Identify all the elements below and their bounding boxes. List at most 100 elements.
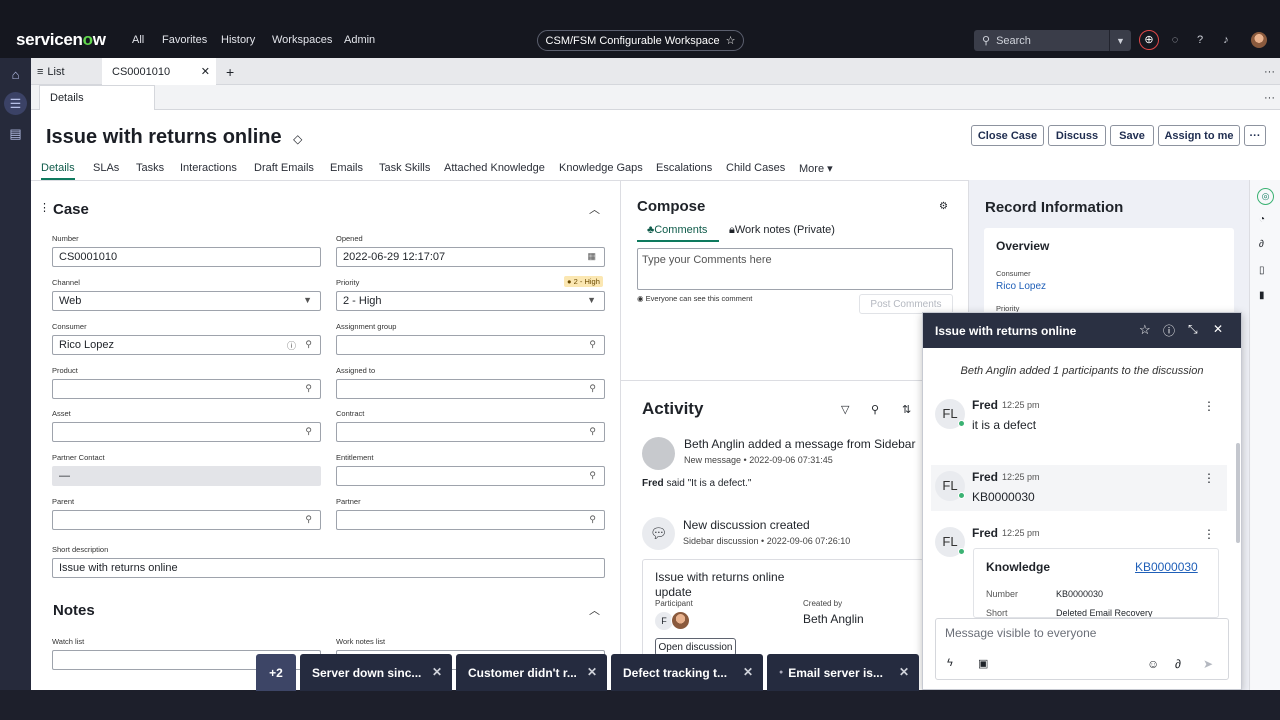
priority-select[interactable]: 2 - High ▼: [336, 291, 605, 311]
close-icon[interactable]: ✕: [1213, 322, 1223, 336]
parent-field[interactable]: ⚲: [52, 510, 321, 530]
opened-field[interactable]: 2022-06-29 12:17:07 ▦: [336, 247, 605, 267]
document-icon[interactable]: ▯: [1259, 265, 1265, 276]
help-icon[interactable]: ?: [1193, 33, 1207, 47]
close-icon[interactable]: ✕: [432, 665, 442, 679]
avatar[interactable]: [1251, 32, 1267, 48]
servicenow-logo[interactable]: servicenow: [16, 30, 106, 50]
consumer-field[interactable]: Rico Lopez ⓘ ⚲: [52, 335, 321, 355]
more-icon[interactable]: ···: [1264, 85, 1275, 110]
tab-draft-emails[interactable]: Draft Emails: [254, 162, 314, 174]
workspace-selector[interactable]: CSM/FSM Configurable Workspace ☆: [537, 30, 744, 51]
chevron-down-icon[interactable]: ▼: [1109, 30, 1131, 51]
more-actions-button[interactable]: ···: [1244, 125, 1266, 146]
asset-field[interactable]: ⚲: [52, 422, 321, 442]
file-icon[interactable]: ▮: [1259, 290, 1265, 301]
tab-tasks[interactable]: Tasks: [136, 162, 164, 174]
discussion-tab[interactable]: Defect tracking t... ✕: [611, 654, 763, 691]
globe-icon[interactable]: ⊕: [1139, 30, 1159, 50]
close-icon[interactable]: ✕: [899, 665, 909, 679]
tab-more[interactable]: More ▾: [799, 162, 833, 175]
product-field[interactable]: ⚲: [52, 379, 321, 399]
number-field[interactable]: CS0001010: [52, 247, 321, 267]
tab-task-skills[interactable]: Task Skills: [379, 162, 430, 174]
channel-select[interactable]: Web ▼: [52, 291, 321, 311]
close-icon[interactable]: ✕: [587, 665, 597, 679]
discussion-tab[interactable]: ● Email server is... ✕: [767, 654, 919, 691]
home-icon[interactable]: ⌂: [6, 65, 25, 84]
message-menu-icon[interactable]: ⋮: [1203, 399, 1215, 413]
tab-work-notes[interactable]: 🔒︎Work notes (Private): [729, 224, 835, 237]
settings-icon[interactable]: ⚙: [939, 201, 948, 212]
agent-assist-icon[interactable]: ◎: [1257, 188, 1274, 205]
inbox-icon[interactable]: ▤: [6, 124, 25, 143]
search-icon[interactable]: ⚲: [305, 339, 312, 350]
comment-textarea[interactable]: Type your Comments here: [637, 248, 953, 290]
lightning-icon[interactable]: ϟ: [947, 657, 953, 669]
star-icon[interactable]: ☆: [726, 34, 736, 47]
tab-escalations[interactable]: Escalations: [656, 162, 712, 174]
tab-comments[interactable]: ♣Comments: [637, 224, 719, 242]
entitlement-field[interactable]: ⚲: [336, 466, 605, 486]
add-tab-icon[interactable]: +: [226, 58, 234, 85]
message-menu-icon[interactable]: ⋮: [1203, 527, 1215, 541]
nav-history[interactable]: History: [221, 34, 255, 46]
info-icon[interactable]: ⓘ: [287, 339, 296, 352]
filter-icon[interactable]: ▽: [841, 403, 849, 416]
message-input[interactable]: Message visible to everyone: [945, 626, 1096, 640]
attachment-icon[interactable]: ∂: [1175, 657, 1181, 671]
more-discussions-button[interactable]: +2: [256, 654, 296, 691]
save-button[interactable]: Save: [1110, 125, 1154, 146]
close-icon[interactable]: ✕: [201, 65, 210, 78]
tab-slas[interactable]: SLAs: [93, 162, 119, 174]
short-description-field[interactable]: Issue with returns online: [52, 558, 605, 578]
bell-icon[interactable]: ♪: [1219, 33, 1233, 47]
chat-icon[interactable]: ◌: [1168, 33, 1182, 47]
assign-to-me-button[interactable]: Assign to me: [1158, 125, 1240, 146]
tab-emails[interactable]: Emails: [330, 162, 363, 174]
search-icon[interactable]: ⚲: [305, 383, 312, 394]
search-icon[interactable]: ⚲: [589, 470, 596, 481]
global-search[interactable]: ⚲ Search ▼: [974, 30, 1131, 51]
tag-icon[interactable]: ◇: [293, 132, 302, 146]
nav-favorites[interactable]: Favorites: [162, 34, 207, 46]
drag-handle-icon[interactable]: ⋮: [39, 201, 50, 214]
search-icon[interactable]: ⚲: [589, 426, 596, 437]
calendar-icon[interactable]: ▦: [587, 251, 596, 262]
contract-field[interactable]: ⚲: [336, 422, 605, 442]
assignment-group-field[interactable]: ⚲: [336, 335, 605, 355]
nav-all[interactable]: All: [132, 34, 144, 46]
send-icon[interactable]: ➤: [1203, 657, 1213, 671]
partner-field[interactable]: ⚲: [336, 510, 605, 530]
tab-record[interactable]: CS0001010 ✕: [102, 58, 216, 85]
discussion-tab[interactable]: Customer didn't r... ✕: [456, 654, 607, 691]
attachment-icon[interactable]: ∂: [1259, 239, 1264, 250]
search-icon[interactable]: ⚲: [871, 403, 879, 416]
more-icon[interactable]: ···: [1264, 58, 1275, 85]
search-icon[interactable]: ⚲: [305, 514, 312, 525]
discuss-button[interactable]: Discuss: [1048, 125, 1106, 146]
assigned-to-field[interactable]: ⚲: [336, 379, 605, 399]
tab-attached-knowledge[interactable]: Attached Knowledge: [444, 162, 545, 174]
chevron-up-icon[interactable]: ︿: [589, 201, 600, 217]
nav-admin[interactable]: Admin: [344, 34, 375, 46]
emoji-icon[interactable]: ☺: [1147, 657, 1159, 671]
info-icon[interactable]: ⓘ: [1163, 322, 1175, 339]
search-icon[interactable]: ⚲: [589, 383, 596, 394]
star-icon[interactable]: ☆: [1139, 322, 1151, 338]
nav-workspaces[interactable]: Workspaces: [272, 34, 332, 46]
template-icon[interactable]: ▣: [978, 657, 988, 670]
sort-icon[interactable]: ⇅: [902, 403, 911, 416]
hat-icon[interactable]: ◔: [1259, 214, 1265, 225]
tab-list[interactable]: ≡ List: [37, 58, 65, 85]
close-case-button[interactable]: Close Case: [971, 125, 1044, 146]
knowledge-link[interactable]: KB0000030: [1135, 560, 1198, 574]
list-icon[interactable]: ☰: [4, 92, 27, 115]
post-comments-button[interactable]: Post Comments: [859, 294, 953, 314]
tab-details[interactable]: Details: [41, 162, 75, 180]
discussion-tab[interactable]: Server down sinc... ✕: [300, 654, 452, 691]
search-icon[interactable]: ⚲: [589, 514, 596, 525]
tab-child-cases[interactable]: Child Cases: [726, 162, 785, 174]
chevron-up-icon[interactable]: ︿: [589, 602, 600, 618]
message-menu-icon[interactable]: ⋮: [1203, 471, 1215, 485]
